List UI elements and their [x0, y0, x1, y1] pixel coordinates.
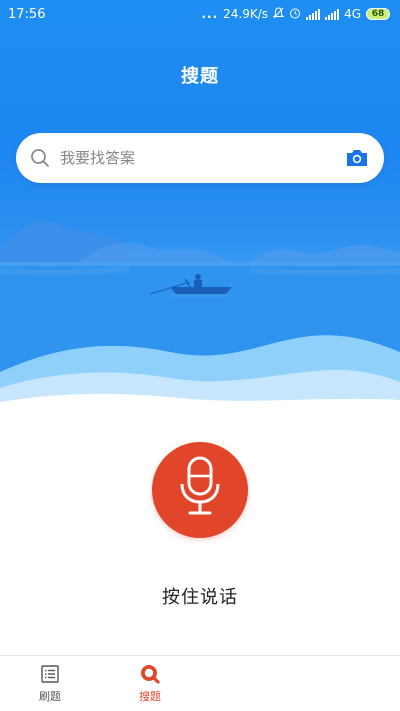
tab-label: 刷题 [39, 690, 61, 703]
page-title: 搜题 [181, 66, 219, 87]
voice-hint-text: 按住说话 [162, 587, 238, 608]
hero-banner: 17:56 ... 24.9K/s 4G 68 搜题 [0, 0, 400, 420]
alarm-clock-icon [289, 7, 301, 22]
status-indicators: ... 24.9K/s 4G 68 [201, 6, 390, 22]
network-speed: 24.9K/s [223, 7, 269, 21]
tab-search[interactable]: 搜题 [100, 656, 200, 711]
signal-strength-icon-2 [325, 8, 340, 20]
search-tab-icon [139, 663, 161, 685]
camera-icon[interactable] [344, 147, 370, 169]
network-type: 4G [344, 7, 361, 21]
tab-label: 搜题 [139, 690, 161, 703]
battery-indicator: 68 [366, 8, 390, 20]
status-bar: 17:56 ... 24.9K/s 4G 68 [0, 0, 400, 28]
voice-record-button[interactable] [152, 442, 248, 538]
list-icon [39, 663, 61, 685]
mute-bell-icon [272, 6, 285, 22]
status-time: 17:56 [8, 6, 46, 22]
bottom-tab-bar: 刷题 搜题 [0, 655, 400, 711]
status-dots: ... [201, 7, 219, 21]
tab-practice[interactable]: 刷题 [0, 656, 100, 711]
microphone-icon [176, 456, 224, 524]
search-input[interactable] [60, 143, 344, 173]
signal-strength-icon [306, 8, 321, 20]
search-bar[interactable] [16, 133, 384, 183]
search-icon [30, 148, 50, 168]
